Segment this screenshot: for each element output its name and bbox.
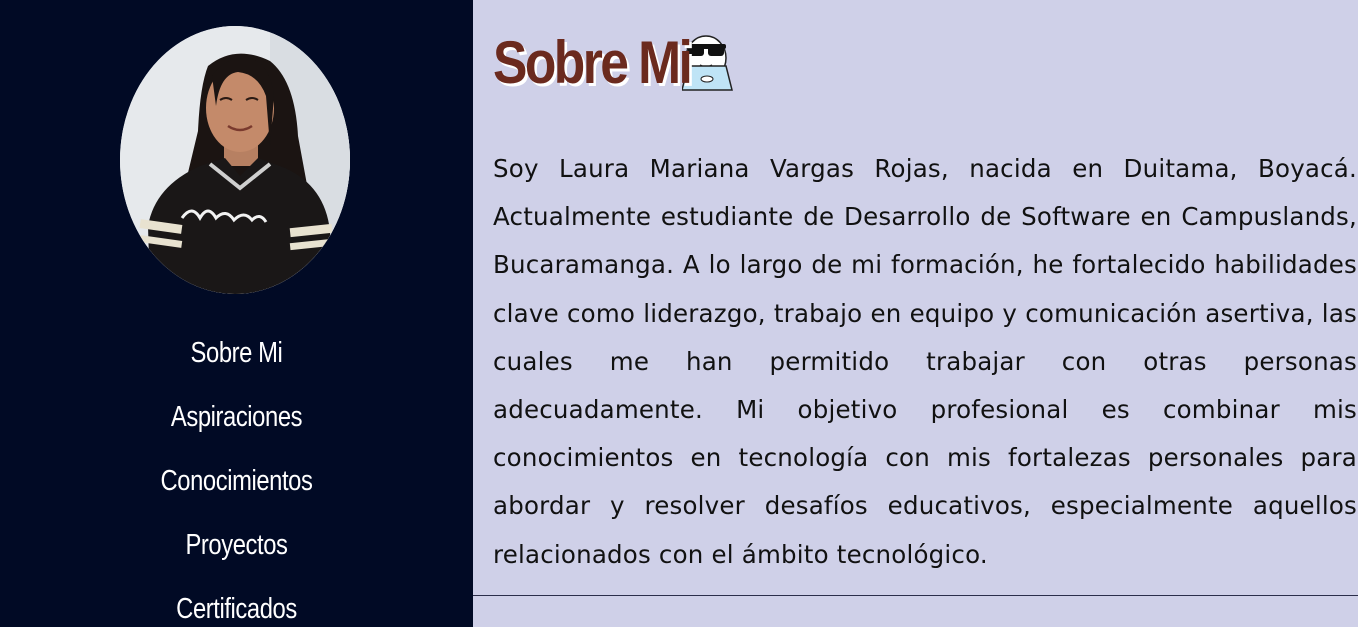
sidebar: Sobre Mi Aspiraciones Conocimientos Proy… [0, 0, 473, 627]
page-title: Sobre Mi [493, 28, 693, 96]
cool-laptop-emoji-icon [681, 32, 738, 92]
sidebar-nav: Sobre Mi Aspiraciones Conocimientos Proy… [0, 328, 473, 627]
section-header: Sobre Mi [493, 22, 738, 102]
nav-item-proyectos[interactable]: Proyectos [43, 520, 431, 584]
nav-item-sobre-mi[interactable]: Sobre Mi [43, 328, 431, 392]
profile-photo [120, 26, 350, 294]
section-divider [473, 595, 1358, 596]
nav-item-aspiraciones[interactable]: Aspiraciones [43, 392, 431, 456]
main-content: Sobre Mi Soy Laura Mariana Vargas Rojas,… [473, 0, 1358, 627]
nav-item-certificados[interactable]: Certificados [43, 584, 431, 627]
about-paragraph: Soy Laura Mariana Vargas Rojas, nacida e… [493, 154, 1357, 569]
nav-item-conocimientos[interactable]: Conocimientos [43, 456, 431, 520]
